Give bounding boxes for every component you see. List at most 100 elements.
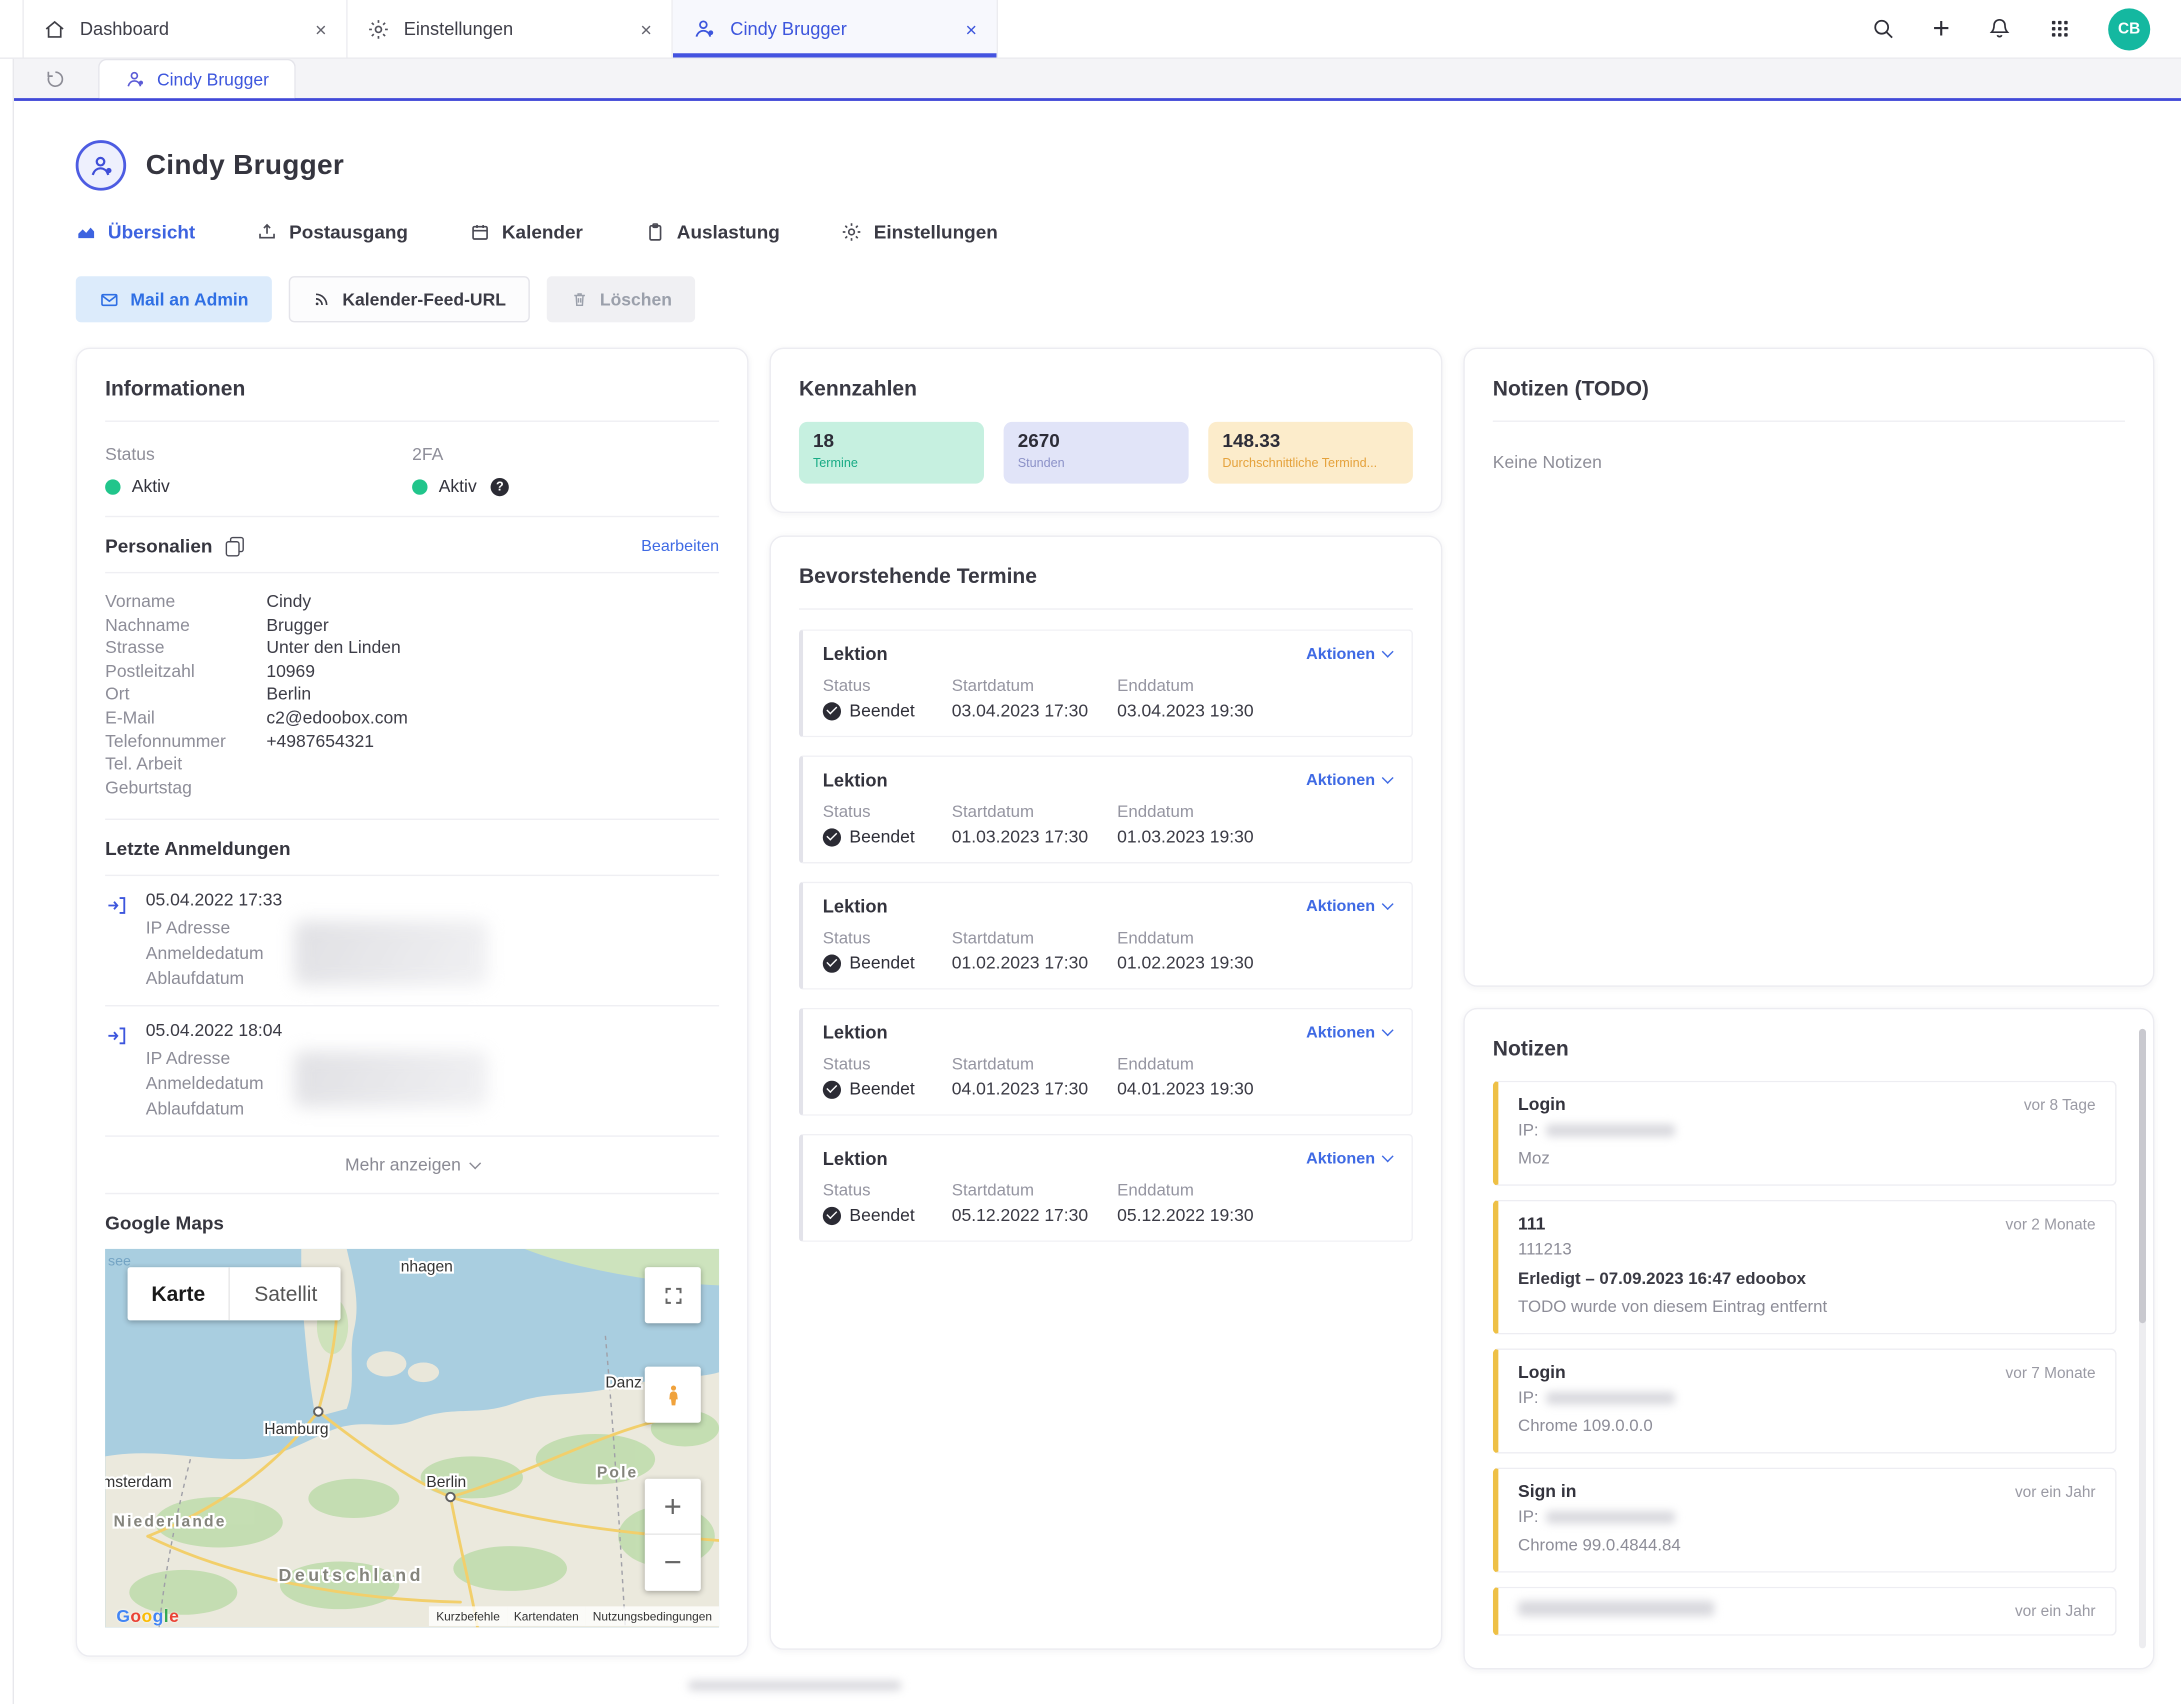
tab-einstellungen-section[interactable]: Einstellungen xyxy=(842,221,998,242)
note-item[interactable]: Sign invor ein Jahr IP: Chrome 99.0.4844… xyxy=(1493,1468,2117,1573)
topbar-actions: + CB xyxy=(1871,0,2181,57)
aktionen-button[interactable]: Aktionen xyxy=(1306,645,1392,662)
card-title: Bevorstehende Termine xyxy=(799,565,1413,610)
status-block: Status Aktiv xyxy=(105,444,412,496)
search-icon[interactable] xyxy=(1871,17,1895,41)
tab-uebersicht[interactable]: Übersicht xyxy=(76,221,196,242)
pegman-icon xyxy=(661,1383,685,1407)
kennzahlen-card: Kennzahlen 18 Termine 2670 Stunden xyxy=(770,348,1443,513)
end-date: 03.04.2023 19:30 xyxy=(1117,701,1392,721)
note-item[interactable]: vor ein Jahr xyxy=(1493,1587,2117,1636)
action-buttons: Mail an Admin Kalender-Feed-URL Löschen xyxy=(76,276,2155,322)
section-title: Personalien xyxy=(105,535,212,556)
show-more-link[interactable]: Mehr anzeigen xyxy=(105,1137,719,1194)
help-icon[interactable]: ? xyxy=(491,477,509,495)
map-label-netherlands: Niederlande xyxy=(114,1514,227,1531)
aktionen-button[interactable]: Aktionen xyxy=(1306,772,1392,789)
start-date: 05.12.2022 17:30 xyxy=(952,1205,1117,1225)
pegman-button[interactable] xyxy=(645,1367,701,1423)
tab-label: Kalender xyxy=(502,221,583,242)
stat-stunden: 2670 Stunden xyxy=(1004,422,1189,484)
notes-list: Loginvor 8 Tage IP: Moz 111vor 2 Monate … xyxy=(1493,1081,2117,1636)
tab-cindy-brugger[interactable]: Cindy Brugger × xyxy=(673,0,998,57)
personal-fields: VornameCindy NachnameBrugger StrasseUnte… xyxy=(105,573,719,819)
mail-admin-button[interactable]: Mail an Admin xyxy=(76,276,273,322)
delete-button[interactable]: Löschen xyxy=(547,276,696,322)
tab-auslastung[interactable]: Auslastung xyxy=(645,221,780,242)
status-section: Status Aktiv 2FA Aktiv? xyxy=(105,422,719,516)
end-date: 01.02.2023 19:30 xyxy=(1117,953,1392,973)
zoom-in-button[interactable]: + xyxy=(645,1479,701,1535)
fullscreen-button[interactable] xyxy=(645,1268,701,1324)
field-row: Telefonnummer+4987654321 xyxy=(105,730,719,753)
satellite-button[interactable]: Satellit xyxy=(230,1268,341,1321)
calendar-feed-url-button[interactable]: Kalender-Feed-URL xyxy=(289,276,530,322)
section-title: Letzte Anmeldungen xyxy=(105,839,290,860)
start-date: 01.02.2023 17:30 xyxy=(952,953,1117,973)
zoom-controls: + − xyxy=(645,1479,701,1591)
tab-label: Cindy Brugger xyxy=(730,18,846,39)
login-item: 05.04.2022 17:33 IP Adresse Anmeldedatum… xyxy=(105,877,719,1007)
aktionen-button[interactable]: Aktionen xyxy=(1306,898,1392,915)
start-date: 04.01.2023 17:30 xyxy=(952,1079,1117,1099)
terms-link[interactable]: Nutzungsbedingungen xyxy=(586,1607,719,1627)
tab-kalender[interactable]: Kalender xyxy=(470,221,583,242)
stat-boxes: 18 Termine 2670 Stunden 148.33 Durchschn… xyxy=(799,422,1413,484)
tab-label: Dashboard xyxy=(80,18,169,39)
tfa-value: Aktiv xyxy=(439,477,477,497)
note-title: Login xyxy=(1518,1095,1566,1115)
field-row: E-Mailc2@edoobox.com xyxy=(105,706,719,729)
chevron-down-icon xyxy=(1382,898,1394,910)
edit-link[interactable]: Bearbeiten xyxy=(641,538,719,555)
bell-icon[interactable] xyxy=(1988,17,2012,41)
page-frame: Cindy Brugger Cindy Brugger Übersicht P xyxy=(13,59,2181,1704)
zoom-out-button[interactable]: − xyxy=(645,1535,701,1591)
map-label-hamburg: Hamburg xyxy=(264,1422,328,1439)
google-map[interactable]: see nhagen Danz Hamburg Berlin Pole mste… xyxy=(105,1249,719,1627)
tfa-label: 2FA xyxy=(412,444,719,464)
aktionen-button[interactable]: Aktionen xyxy=(1306,1150,1392,1167)
map-data-link[interactable]: Kartendaten xyxy=(507,1607,586,1627)
apps-grid-icon[interactable] xyxy=(2049,18,2070,39)
chevron-down-icon xyxy=(1382,646,1394,658)
maps-section-title: Google Maps xyxy=(105,1195,719,1250)
breadcrumb-label: Cindy Brugger xyxy=(157,69,269,89)
termin-name: Lektion xyxy=(823,770,888,791)
copy-icon[interactable] xyxy=(225,536,243,556)
redacted-ip xyxy=(1546,1511,1675,1524)
termin-item: Lektion Aktionen StatusStartdatumEnddatu… xyxy=(799,882,1413,990)
login-icon xyxy=(105,1025,127,1047)
field-row: Postleitzahl10969 xyxy=(105,660,719,683)
button-label: Kalender-Feed-URL xyxy=(342,289,506,309)
home-icon xyxy=(43,18,65,40)
informationen-card: Informationen Status Aktiv 2FA Aktiv? xyxy=(76,348,749,1658)
section-tabs: Übersicht Postausgang Kalender Auslastun… xyxy=(76,221,2155,242)
trash-icon xyxy=(570,290,588,308)
close-icon[interactable]: × xyxy=(315,19,326,39)
chart-icon xyxy=(76,221,97,242)
note-item[interactable]: Loginvor 7 Monate IP: Chrome 109.0.0.0 xyxy=(1493,1348,2117,1453)
tfa-block: 2FA Aktiv? xyxy=(412,444,719,496)
stat-durchschnitt: 148.33 Durchschnittliche Termind... xyxy=(1208,422,1413,484)
check-circle-icon xyxy=(823,702,841,720)
scrollbar-thumb[interactable] xyxy=(2139,1029,2146,1323)
aktionen-button[interactable]: Aktionen xyxy=(1306,1024,1392,1041)
user-avatar[interactable]: CB xyxy=(2108,8,2150,50)
breadcrumb[interactable]: Cindy Brugger xyxy=(98,59,296,98)
close-icon[interactable]: × xyxy=(966,19,977,39)
tab-dashboard[interactable]: Dashboard × xyxy=(22,0,347,57)
history-button[interactable] xyxy=(28,59,81,98)
add-icon[interactable]: + xyxy=(1933,14,1950,43)
close-icon[interactable]: × xyxy=(640,19,651,39)
gear-icon xyxy=(367,18,389,40)
map-type-button[interactable]: Karte xyxy=(128,1268,231,1321)
note-item[interactable]: Loginvor 8 Tage IP: Moz xyxy=(1493,1081,2117,1186)
history-icon xyxy=(44,68,65,89)
note-item[interactable]: 111vor 2 Monate 111213 Erledigt – 07.09.… xyxy=(1493,1200,2117,1335)
tab-einstellungen[interactable]: Einstellungen × xyxy=(348,0,673,57)
termine-list: Lektion Aktionen StatusStartdatumEnddatu… xyxy=(799,629,1413,1242)
shortcuts-link[interactable]: Kurzbefehle xyxy=(429,1607,507,1627)
app-window: Dashboard × Einstellungen × Cindy Brugge… xyxy=(0,0,2181,1695)
tab-postausgang[interactable]: Postausgang xyxy=(257,221,408,242)
outbox-icon xyxy=(257,221,278,242)
